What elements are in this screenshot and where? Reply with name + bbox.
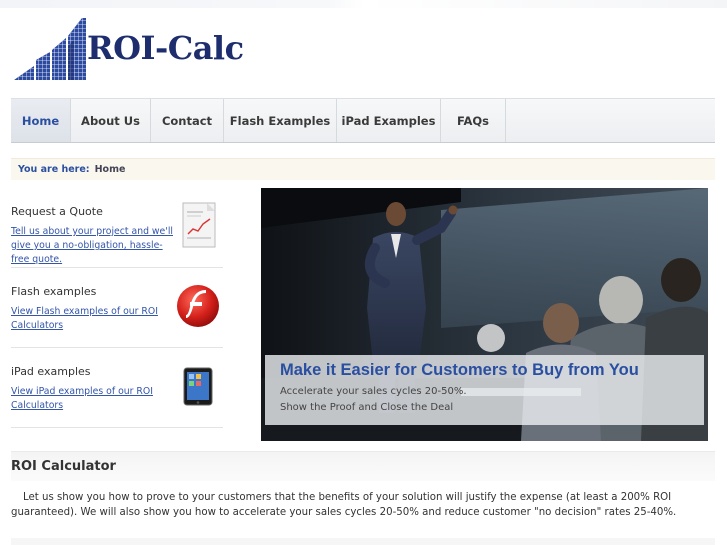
quote-link[interactable]: Tell us about your project and we'll giv… (11, 225, 179, 267)
sidebar-item-quote: Request a Quote Tell us about your proje… (11, 188, 223, 268)
main-navigation: Home About Us Contact Flash Examples iPa… (11, 98, 715, 143)
breadcrumb: You are here: Home (11, 158, 715, 180)
sidebar-item-ipad: iPad examples View iPad examples of our … (11, 348, 223, 428)
flash-examples-link[interactable]: View Flash examples of our ROI Calculato… (11, 305, 179, 333)
section-header: ROI Calculator (11, 451, 715, 481)
hero-banner[interactable]: Make it Easier for Customers to Buy from… (261, 188, 708, 441)
top-strip (0, 0, 727, 8)
flash-logo-icon[interactable] (175, 280, 221, 332)
next-section-header (11, 538, 715, 545)
section-body: Let us show you how to prove to your cus… (11, 492, 677, 518)
breadcrumb-prefix: You are here: (18, 164, 90, 175)
site-logo[interactable]: ROI-Calc (14, 16, 259, 82)
sidebar-item-flash: Flash examples View Flash examples of ou… (11, 268, 223, 348)
logo-text: ROI-Calc (87, 29, 244, 67)
nav-contact[interactable]: Contact (151, 99, 224, 142)
banner-line: Show the Proof and Close the Deal (280, 402, 454, 413)
breadcrumb-current[interactable]: Home (95, 164, 126, 175)
nav-about-us[interactable]: About Us (71, 99, 151, 142)
banner-caption: Make it Easier for Customers to Buy from… (265, 355, 704, 425)
nav-ipad-examples[interactable]: iPad Examples (337, 99, 441, 142)
document-chart-icon[interactable] (175, 200, 221, 252)
nav-faqs[interactable]: FAQs (441, 99, 506, 142)
banner-title: Make it Easier for Customers to Buy from… (280, 361, 639, 379)
sidebar-item-title: Request a Quote (11, 205, 103, 218)
section-title: ROI Calculator (11, 459, 116, 474)
sidebar-item-title: iPad examples (11, 365, 91, 378)
logo-bars-icon (14, 18, 86, 80)
sidebar-item-title: Flash examples (11, 285, 97, 298)
banner-line: Accelerate your sales cycles 20-50%. (280, 386, 467, 397)
nav-flash-examples[interactable]: Flash Examples (224, 99, 337, 142)
ipad-examples-link[interactable]: View iPad examples of our ROI Calculator… (11, 385, 179, 413)
ipad-icon[interactable] (175, 360, 221, 412)
nav-home[interactable]: Home (11, 99, 71, 142)
